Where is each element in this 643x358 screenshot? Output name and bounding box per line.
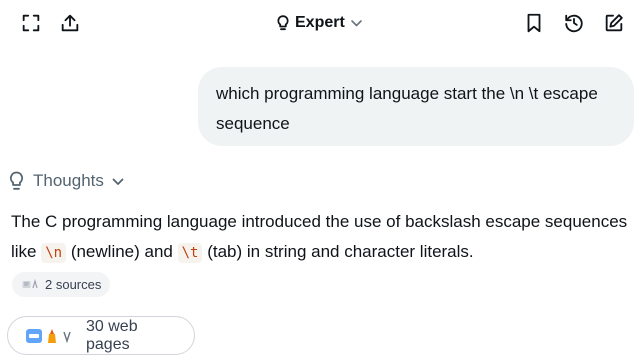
lightbulb-icon <box>8 171 25 191</box>
chevron-down-icon <box>350 18 363 28</box>
website-favicon-icon <box>48 328 56 343</box>
edit-icon <box>603 12 625 39</box>
user-message-bubble: which programming language start the \n … <box>198 67 634 146</box>
source-favicons-icon <box>22 279 39 290</box>
user-message-text: which programming language start the \n … <box>216 84 598 133</box>
share-icon <box>59 12 81 39</box>
model-selector[interactable]: Expert <box>276 11 363 35</box>
history-icon <box>563 12 585 39</box>
bookmark-icon <box>523 12 545 39</box>
answer-text: (tab) in string and character literals. <box>202 242 474 261</box>
assistant-answer: The C programming language introduced th… <box>11 207 636 268</box>
web-pages-chip[interactable]: 30 web pages <box>7 316 195 355</box>
history-button[interactable] <box>561 12 587 38</box>
lightbulb-icon <box>276 15 290 31</box>
inline-code: \t <box>177 243 203 263</box>
website-favicon-icon <box>26 328 42 343</box>
website-favicon-icon <box>63 331 71 343</box>
bookmark-button[interactable] <box>521 12 547 38</box>
model-label: Expert <box>295 14 345 31</box>
sources-chip[interactable]: 2 sources <box>12 272 111 297</box>
chevron-down-icon <box>112 177 124 186</box>
expand-button[interactable] <box>18 12 44 38</box>
web-favicons <box>26 328 72 344</box>
inline-code: \n <box>41 243 67 263</box>
share-button[interactable] <box>57 12 83 38</box>
thoughts-toggle[interactable]: Thoughts <box>8 171 124 191</box>
new-chat-button[interactable] <box>601 12 627 38</box>
web-pages-label: 30 web pages <box>86 317 138 353</box>
expand-icon <box>20 12 42 39</box>
thoughts-label: Thoughts <box>33 171 104 190</box>
sources-label: 2 sources <box>45 277 102 292</box>
answer-text: (newline) and <box>66 242 178 261</box>
